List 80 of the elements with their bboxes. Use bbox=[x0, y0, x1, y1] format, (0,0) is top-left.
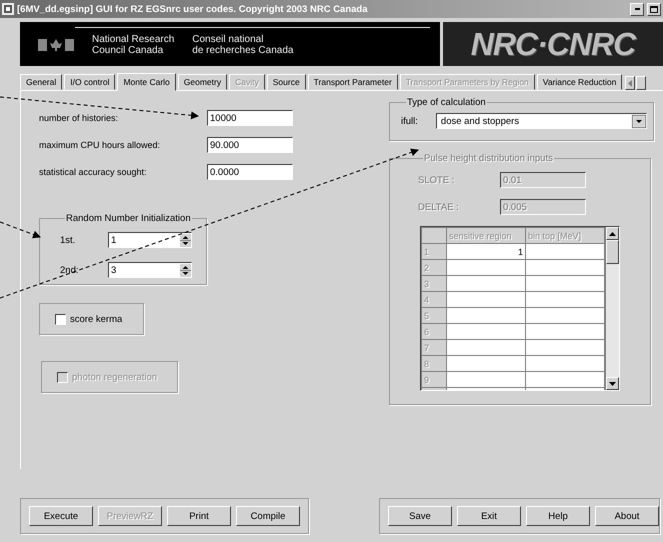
field-label: statistical accuracy sought: bbox=[39, 167, 148, 177]
push-button[interactable]: About bbox=[595, 506, 659, 526]
maximize-button[interactable] bbox=[647, 2, 661, 16]
table-cell[interactable] bbox=[526, 292, 604, 308]
table-cell[interactable] bbox=[526, 340, 604, 356]
caret-icon bbox=[632, 114, 646, 128]
row-header: 3 bbox=[422, 276, 446, 292]
checkbox[interactable] bbox=[55, 314, 66, 324]
checkbox-label: score kerma bbox=[70, 314, 122, 324]
table-cell[interactable] bbox=[526, 356, 604, 372]
row-header: 9 bbox=[422, 372, 446, 388]
table-cell[interactable] bbox=[526, 324, 604, 340]
row-header: 5 bbox=[422, 308, 446, 324]
push-button[interactable]: Help bbox=[526, 506, 590, 526]
table-cell[interactable] bbox=[446, 292, 526, 308]
app-icon bbox=[2, 3, 14, 15]
up-arrow-icon bbox=[609, 232, 616, 236]
checkbox-label: photon regeneration bbox=[72, 372, 158, 382]
input-field[interactable]: 90.000 bbox=[207, 137, 293, 153]
window-title: [6MV_dd.egsinp] GUI for RZ EGSnrc user codes. Copyright 2003 NRC Canada bbox=[17, 4, 369, 14]
table-cell[interactable] bbox=[446, 356, 526, 372]
field-label: 1st. bbox=[60, 234, 76, 246]
minimize-icon bbox=[634, 8, 640, 10]
field-label: maximum CPU hours allowed: bbox=[39, 140, 162, 150]
tab[interactable]: I/O control bbox=[64, 74, 116, 90]
input-field[interactable]: 0.0000 bbox=[207, 164, 293, 180]
row-header: 2 bbox=[422, 260, 446, 276]
push-button[interactable]: Exit bbox=[457, 506, 521, 526]
push-button[interactable]: Save bbox=[388, 506, 452, 526]
tab[interactable]: General bbox=[20, 74, 62, 90]
table-cell[interactable] bbox=[526, 244, 604, 260]
table-cell[interactable] bbox=[446, 340, 526, 356]
spin-field[interactable]: 1 bbox=[108, 232, 192, 248]
field-label: ifull: bbox=[401, 116, 418, 126]
left-arrow-icon bbox=[628, 80, 632, 86]
group-title: Type of calculation bbox=[406, 97, 487, 108]
field-label: 2nd: bbox=[60, 264, 80, 276]
table-cell[interactable] bbox=[526, 260, 604, 276]
down-arrow-icon bbox=[609, 382, 616, 386]
institute-name: Conseil national de recherches Canada bbox=[192, 34, 294, 56]
dropdown[interactable]: dose and stoppers bbox=[436, 113, 647, 129]
push-button[interactable]: Execute bbox=[29, 506, 93, 526]
scroll-left-button[interactable] bbox=[625, 76, 636, 90]
table-cell[interactable] bbox=[446, 276, 526, 292]
minimize-button[interactable] bbox=[630, 2, 644, 16]
tab[interactable]: Transport Parameter bbox=[308, 74, 398, 90]
table-cell[interactable] bbox=[446, 372, 526, 388]
table-cell[interactable] bbox=[446, 324, 526, 340]
spin-field[interactable]: 3 bbox=[108, 262, 192, 278]
flag-icon bbox=[38, 37, 74, 53]
scroll-thumb[interactable] bbox=[606, 240, 619, 264]
row-header: 4 bbox=[422, 292, 446, 308]
field-label: DELTAE : bbox=[418, 202, 460, 212]
row-header: 6 bbox=[422, 324, 446, 340]
table-cell[interactable] bbox=[526, 308, 604, 324]
field-label: number of histories: bbox=[39, 113, 120, 123]
tab[interactable]: Source bbox=[266, 74, 306, 90]
tab[interactable]: Geometry bbox=[178, 74, 228, 90]
column-header: sensitive region bbox=[446, 228, 526, 244]
input-field[interactable]: 10000 bbox=[207, 110, 293, 126]
spinner-icon bbox=[180, 264, 191, 276]
row-header: 1 bbox=[422, 244, 446, 260]
logo: NRC·CNRC bbox=[443, 22, 663, 66]
row-header: 8 bbox=[422, 356, 446, 372]
push-button[interactable]: Print bbox=[167, 506, 231, 526]
maximize-icon bbox=[649, 4, 659, 14]
group-title: Pulse height distribution inputs bbox=[423, 153, 554, 164]
column-header: bin top [MeV] bbox=[526, 228, 604, 244]
table-cell[interactable] bbox=[526, 372, 604, 388]
spinner-icon bbox=[180, 234, 191, 246]
row-header: 7 bbox=[422, 340, 446, 356]
group-title: Random Number Initialization bbox=[65, 213, 192, 224]
tab[interactable]: Monte Carlo bbox=[117, 73, 176, 91]
table-cell[interactable] bbox=[446, 260, 526, 276]
push-button[interactable]: Compile bbox=[236, 506, 300, 526]
field-label: SLOTE : bbox=[418, 174, 456, 186]
table-cell[interactable] bbox=[526, 276, 604, 292]
tab[interactable]: Variance Reduction bbox=[536, 74, 622, 90]
institute-name: National Research Council Canada bbox=[92, 34, 174, 56]
table-cell[interactable] bbox=[446, 308, 526, 324]
